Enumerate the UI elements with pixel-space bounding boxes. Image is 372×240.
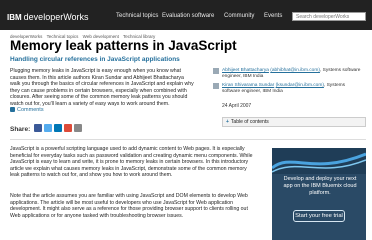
publish-date: 24 April 2007 (222, 103, 252, 109)
comments-icon (10, 107, 15, 113)
author-thumbnail (213, 83, 219, 89)
start-free-trial-button[interactable]: Start your free trial (293, 210, 345, 222)
author-2: Kiran Shivarama Sundar (ksundar@in.ibm.c… (213, 83, 363, 95)
author-1-name[interactable]: Abhijeet Bhattacharya (222, 68, 269, 73)
body-paragraph-2: Note that the article assumes you are fa… (10, 193, 248, 219)
ibm-developerworks-logo[interactable]: IBM developerWorks (7, 12, 89, 22)
toc-label: Table of contents (230, 119, 269, 125)
author-1-email[interactable]: (abhibhat@in.ibm.com) (270, 68, 320, 73)
email-icon[interactable] (74, 124, 82, 132)
table-of-contents-toggle[interactable]: + Table of contents (222, 117, 366, 127)
ad-graphic (272, 148, 366, 174)
linkedin-icon[interactable] (54, 124, 62, 132)
body-paragraph-1: JavaScript is a powerful scripting langu… (10, 146, 253, 179)
twitter-icon[interactable] (44, 124, 52, 132)
share-icons (34, 124, 82, 132)
comments-link[interactable]: Comments (10, 107, 44, 113)
plus-icon: + (226, 119, 229, 125)
top-navigation-bar: IBM developerWorks Technical topics Evalu… (0, 0, 372, 30)
ad-text: Develop and deploy your next app on the … (283, 176, 357, 196)
google-plus-icon[interactable] (64, 124, 72, 132)
nav-technical-topics[interactable]: Technical topics (116, 13, 158, 19)
page-title: Memory leak patterns in JavaScript (10, 38, 237, 53)
nav-evaluation-software[interactable]: Evaluation software (162, 13, 214, 19)
article-abstract: Plugging memory leaks in JavaScript is e… (10, 68, 194, 107)
facebook-icon[interactable] (34, 124, 42, 132)
search-input[interactable] (292, 12, 366, 21)
comments-label: Comments (17, 107, 44, 113)
ibm-logo-text: IBM (7, 13, 22, 22)
page-subtitle: Handling circular references in JavaScri… (10, 56, 180, 63)
author-2-name[interactable]: Kiran Shivarama Sundar (222, 83, 274, 88)
share-label: Share: (10, 126, 31, 133)
nav-events[interactable]: Events (264, 13, 282, 19)
divider (10, 139, 366, 140)
developerworks-logo-text: developerWorks (23, 12, 89, 22)
nav-community[interactable]: Community (224, 13, 254, 19)
author-1: Abhijeet Bhattacharya (abhibhat@in.ibm.c… (213, 68, 363, 80)
bluemix-ad: Develop and deploy your next app on the … (272, 148, 366, 240)
author-2-email[interactable]: (ksundar@in.ibm.com) (276, 83, 324, 88)
author-thumbnail (213, 68, 219, 74)
